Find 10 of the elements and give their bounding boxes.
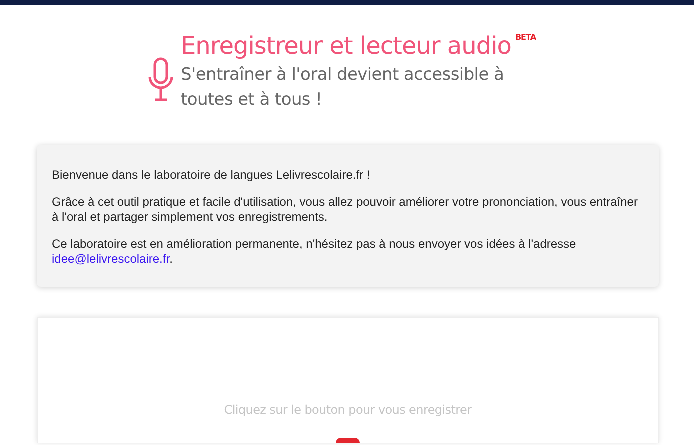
info-paragraph: Bienvenue dans le laboratoire de langues Lelivrescolaire.fr ! xyxy=(52,168,372,183)
recorder-hint: Cliquez sur le bouton pour vous enregistrer xyxy=(224,402,472,418)
info-paragraph: Grâce à cet outil pratique et facile d'utilisation, vous allez pouvoir améliorer votre prononciation, vous entraîner à l'oral et partager simplement vos enregistrements. xyxy=(52,195,639,225)
info-paragraph: Ce laboratoire est en amélioration permanente, n'hésitez pas à nous envoyer vos idées à l'adresse idee@lelivrescolaire.fr. xyxy=(52,237,578,267)
record-button[interactable] xyxy=(336,438,360,443)
email-link[interactable]: idee@lelivrescolaire.fr xyxy=(52,252,170,266)
page-title: Enregistreur et lecteur audio xyxy=(181,31,512,62)
page-subtitle: S'entraîner à l'oral devient accessible à toutes et à tous ! xyxy=(181,64,506,112)
beta-label: BETA xyxy=(515,33,536,42)
microphone-icon xyxy=(148,57,174,103)
